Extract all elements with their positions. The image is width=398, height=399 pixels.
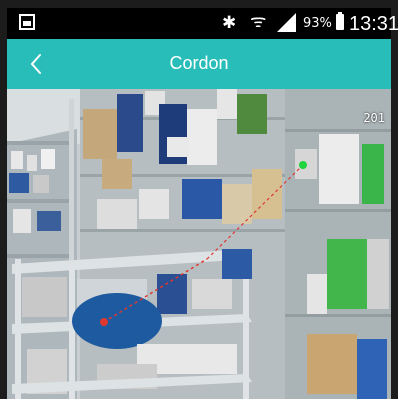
image-icon [19, 14, 35, 30]
wifi-icon: ᯤ [250, 11, 267, 32]
app-header: Cordon [7, 39, 391, 89]
battery-percent: 93% [303, 16, 332, 31]
line-end-point[interactable] [299, 161, 307, 169]
camera-image [7, 89, 391, 399]
battery-icon [336, 12, 344, 30]
page-title: Cordon [169, 53, 229, 73]
cell-signal-icon [277, 13, 296, 32]
status-bar: ✱ ᯤ 93% 13:31 [7, 8, 398, 39]
app-frame: ✱ ᯤ 93% 13:31 Cordon 201 [0, 0, 398, 399]
bluetooth-icon: ✱ [222, 13, 237, 33]
camera-timestamp: 201 [363, 111, 385, 125]
clock-time: 13:31 [349, 13, 398, 35]
camera-view[interactable]: 201 [7, 89, 391, 399]
line-start-point[interactable] [100, 318, 108, 326]
